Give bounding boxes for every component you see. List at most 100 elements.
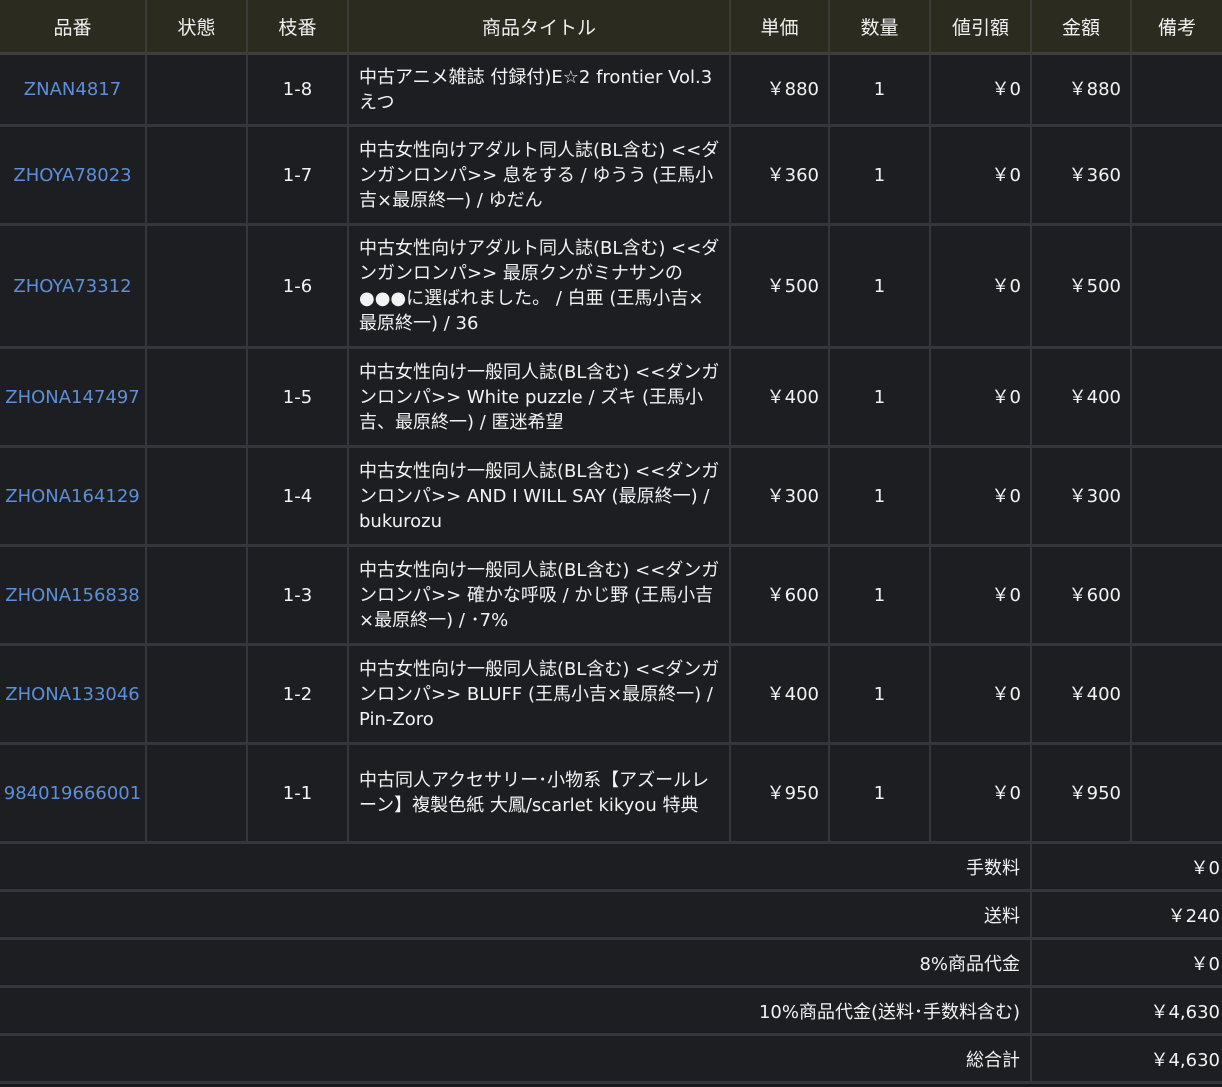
discount-cell: ￥0 [931, 349, 1032, 448]
product-title-cell: 中古女性向けアダルト同人誌(BL含む) <<ダンガンロンパ>> 息をする / ゆ… [349, 127, 731, 226]
condition-cell [147, 349, 248, 448]
amount-cell: ￥950 [1032, 745, 1132, 844]
branch-number-cell: 1-2 [248, 646, 349, 745]
unit-price-cell: ￥400 [731, 646, 830, 745]
quantity-cell: 1 [830, 547, 931, 646]
unit-price-cell: ￥880 [731, 55, 830, 127]
unit-price-cell: ￥950 [731, 745, 830, 844]
product-title-cell: 中古女性向け一般同人誌(BL含む) <<ダンガンロンパ>> 確かな呼吸 / かじ… [349, 547, 731, 646]
summary-row-grand-total: 総合計 ￥4,630 [0, 1036, 1222, 1084]
quantity-cell: 1 [830, 349, 931, 448]
condition-cell [147, 448, 248, 547]
discount-cell: ￥0 [931, 127, 1032, 226]
quantity-cell: 1 [830, 448, 931, 547]
quantity-cell: 1 [830, 127, 931, 226]
product-title-cell: 中古女性向け一般同人誌(BL含む) <<ダンガンロンパ>> White puzz… [349, 349, 731, 448]
condition-cell [147, 127, 248, 226]
notes-cell [1132, 448, 1222, 547]
header-condition: 状態 [147, 0, 248, 55]
amount-cell: ￥360 [1032, 127, 1132, 226]
table-row: ZHONA147497 1-5 中古女性向け一般同人誌(BL含む) <<ダンガン… [0, 349, 1222, 448]
amount-cell: ￥400 [1032, 349, 1132, 448]
summary-label-grand-total: 総合計 [0, 1036, 1032, 1084]
discount-cell: ￥0 [931, 448, 1032, 547]
header-product-code: 品番 [0, 0, 147, 55]
product-code-link[interactable]: ZHONA133046 [0, 646, 147, 745]
product-code-link[interactable]: ZNAN4817 [0, 55, 147, 127]
unit-price-cell: ￥400 [731, 349, 830, 448]
discount-cell: ￥0 [931, 55, 1032, 127]
summary-label-shipping: 送料 [0, 892, 1032, 940]
branch-number-cell: 1-5 [248, 349, 349, 448]
discount-cell: ￥0 [931, 547, 1032, 646]
table-row: ZNAN4817 1-8 中古アニメ雑誌 付録付)E☆2 frontier Vo… [0, 55, 1222, 127]
notes-cell [1132, 127, 1222, 226]
unit-price-cell: ￥600 [731, 547, 830, 646]
notes-cell [1132, 547, 1222, 646]
table-row: ZHOYA78023 1-7 中古女性向けアダルト同人誌(BL含む) <<ダンガ… [0, 127, 1222, 226]
summary-label-8pct-subtotal: 8%商品代金 [0, 940, 1032, 988]
header-branch-number: 枝番 [248, 0, 349, 55]
summary-value-grand-total: ￥4,630 [1032, 1036, 1222, 1084]
header-unit-price: 単価 [731, 0, 830, 55]
unit-price-cell: ￥300 [731, 448, 830, 547]
amount-cell: ￥500 [1032, 226, 1132, 349]
order-items-table: 品番 状態 枝番 商品タイトル 単価 数量 値引額 金額 備考 ZNAN4817… [0, 0, 1222, 1084]
summary-row-fee: 手数料 ￥0 [0, 844, 1222, 892]
table-header-row: 品番 状態 枝番 商品タイトル 単価 数量 値引額 金額 備考 [0, 0, 1222, 55]
summary-row-10pct-subtotal: 10%商品代金(送料･手数料含む) ￥4,630 [0, 988, 1222, 1036]
product-code-link[interactable]: 984019666001 [0, 745, 147, 844]
quantity-cell: 1 [830, 745, 931, 844]
amount-cell: ￥300 [1032, 448, 1132, 547]
summary-value-shipping: ￥240 [1032, 892, 1222, 940]
notes-cell [1132, 745, 1222, 844]
table-row: 984019666001 1-1 中古同人アクセサリー･小物系【アズールレーン】… [0, 745, 1222, 844]
product-code-link[interactable]: ZHONA164129 [0, 448, 147, 547]
notes-cell [1132, 226, 1222, 349]
condition-cell [147, 226, 248, 349]
branch-number-cell: 1-4 [248, 448, 349, 547]
quantity-cell: 1 [830, 55, 931, 127]
quantity-cell: 1 [830, 646, 931, 745]
table-row: ZHONA164129 1-4 中古女性向け一般同人誌(BL含む) <<ダンガン… [0, 448, 1222, 547]
product-code-link[interactable]: ZHOYA73312 [0, 226, 147, 349]
unit-price-cell: ￥360 [731, 127, 830, 226]
table-row: ZHONA156838 1-3 中古女性向け一般同人誌(BL含む) <<ダンガン… [0, 547, 1222, 646]
condition-cell [147, 55, 248, 127]
header-quantity: 数量 [830, 0, 931, 55]
notes-cell [1132, 55, 1222, 127]
summary-value-8pct-subtotal: ￥0 [1032, 940, 1222, 988]
branch-number-cell: 1-6 [248, 226, 349, 349]
header-discount: 値引額 [931, 0, 1032, 55]
product-title-cell: 中古アニメ雑誌 付録付)E☆2 frontier Vol.3 えつ [349, 55, 731, 127]
summary-row-8pct-subtotal: 8%商品代金 ￥0 [0, 940, 1222, 988]
product-code-link[interactable]: ZHONA156838 [0, 547, 147, 646]
discount-cell: ￥0 [931, 646, 1032, 745]
summary-row-shipping: 送料 ￥240 [0, 892, 1222, 940]
branch-number-cell: 1-7 [248, 127, 349, 226]
notes-cell [1132, 349, 1222, 448]
product-title-cell: 中古同人アクセサリー･小物系【アズールレーン】複製色紙 大鳳/scarlet k… [349, 745, 731, 844]
product-code-link[interactable]: ZHONA147497 [0, 349, 147, 448]
branch-number-cell: 1-8 [248, 55, 349, 127]
header-amount: 金額 [1032, 0, 1132, 55]
header-product-title: 商品タイトル [349, 0, 731, 55]
header-notes: 備考 [1132, 0, 1222, 55]
product-code-link[interactable]: ZHOYA78023 [0, 127, 147, 226]
amount-cell: ￥600 [1032, 547, 1132, 646]
summary-value-fee: ￥0 [1032, 844, 1222, 892]
condition-cell [147, 745, 248, 844]
amount-cell: ￥880 [1032, 55, 1132, 127]
notes-cell [1132, 646, 1222, 745]
product-title-cell: 中古女性向け一般同人誌(BL含む) <<ダンガンロンパ>> AND I WILL… [349, 448, 731, 547]
condition-cell [147, 547, 248, 646]
product-title-cell: 中古女性向け一般同人誌(BL含む) <<ダンガンロンパ>> BLUFF (王馬小… [349, 646, 731, 745]
quantity-cell: 1 [830, 226, 931, 349]
condition-cell [147, 646, 248, 745]
table-row: ZHONA133046 1-2 中古女性向け一般同人誌(BL含む) <<ダンガン… [0, 646, 1222, 745]
summary-label-10pct-subtotal: 10%商品代金(送料･手数料含む) [0, 988, 1032, 1036]
table-row: ZHOYA73312 1-6 中古女性向けアダルト同人誌(BL含む) <<ダンガ… [0, 226, 1222, 349]
unit-price-cell: ￥500 [731, 226, 830, 349]
branch-number-cell: 1-1 [248, 745, 349, 844]
summary-label-fee: 手数料 [0, 844, 1032, 892]
